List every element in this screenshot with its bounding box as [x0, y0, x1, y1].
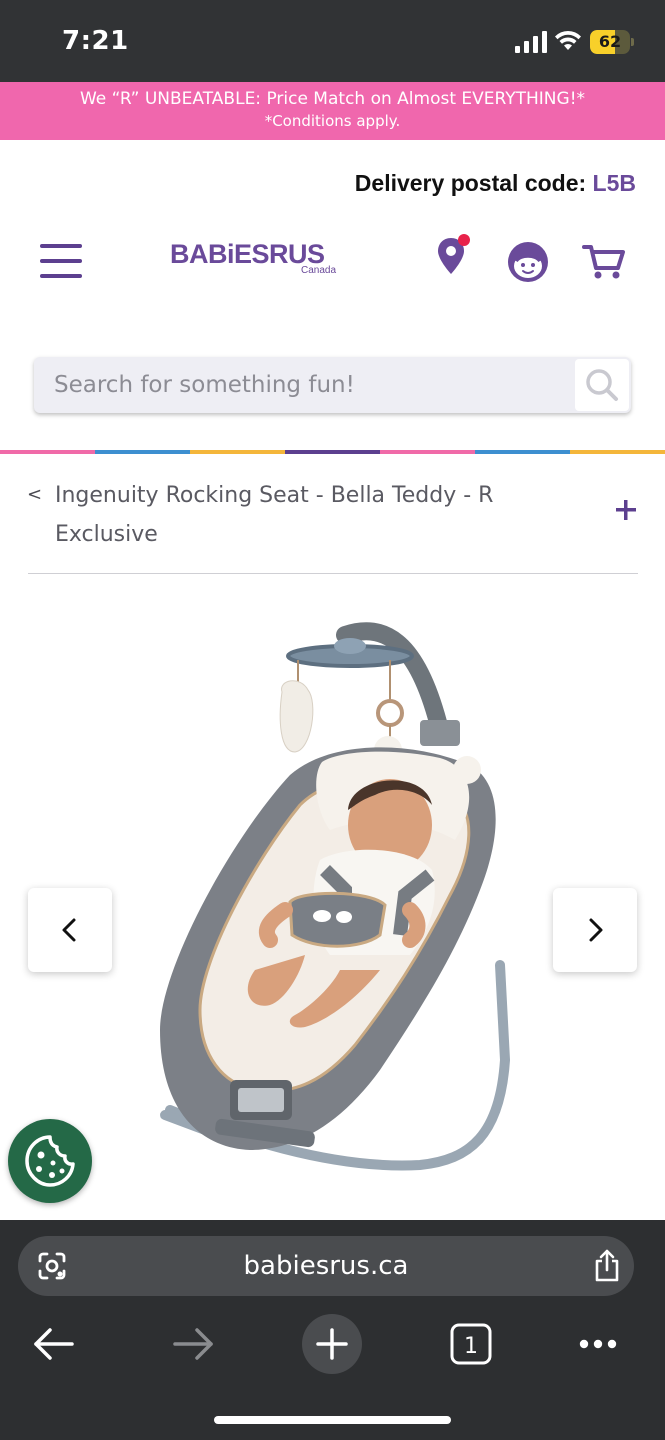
- promo-headline: We “R” UNBEATABLE: Price Match on Almost…: [79, 89, 586, 109]
- search-button[interactable]: [575, 359, 629, 411]
- color-strip-segment: [570, 450, 665, 454]
- wifi-icon: [555, 30, 581, 50]
- carousel-next-button[interactable]: [553, 888, 637, 972]
- delivery-postal-code[interactable]: Delivery postal code: L5B: [355, 170, 636, 197]
- divider: [28, 573, 638, 574]
- cookie-settings-button[interactable]: [8, 1119, 92, 1203]
- color-strip-segment: [475, 450, 570, 454]
- color-strip-segment: [95, 450, 190, 454]
- more-dots-icon[interactable]: [566, 1312, 630, 1376]
- battery-icon: 62: [590, 30, 634, 54]
- carousel-prev-button[interactable]: [28, 888, 112, 972]
- color-strip-segment: [380, 450, 475, 454]
- cookie-icon: [25, 1135, 75, 1187]
- share-icon[interactable]: [592, 1249, 622, 1283]
- chevron-left-icon: [62, 918, 76, 942]
- status-time: 7:21: [62, 26, 129, 56]
- search-bar: [34, 357, 631, 413]
- postal-code-value[interactable]: L5B: [593, 170, 636, 196]
- cart-icon[interactable]: [582, 242, 626, 280]
- status-bar: 7:21 62: [0, 0, 665, 82]
- new-tab-plus-icon[interactable]: [300, 1312, 364, 1376]
- breadcrumb-title[interactable]: Ingenuity Rocking Seat - Bella Teddy - R…: [55, 476, 575, 554]
- home-indicator: [214, 1416, 451, 1424]
- color-strip-segment: [285, 450, 380, 454]
- brand-color-strip: [0, 450, 665, 454]
- battery-level: 62: [598, 32, 622, 51]
- location-pin-icon[interactable]: [436, 234, 472, 278]
- search-icon: [586, 369, 618, 401]
- menu-icon[interactable]: [40, 244, 82, 278]
- color-strip-segment: [190, 450, 285, 454]
- browser-toolbar: babiesrus.ca 1: [0, 1220, 665, 1440]
- color-strip-segment: [0, 450, 95, 454]
- search-input[interactable]: [34, 357, 574, 413]
- delivery-label: Delivery postal code:: [354, 170, 587, 196]
- back-arrow-icon[interactable]: [22, 1312, 86, 1376]
- tab-count: 1: [464, 1334, 478, 1359]
- address-bar[interactable]: babiesrus.ca: [18, 1236, 634, 1296]
- brand-logo[interactable]: BABiESRUS Canada: [170, 235, 340, 279]
- tabs-icon[interactable]: 1: [439, 1312, 503, 1376]
- account-face-icon[interactable]: [507, 241, 549, 283]
- promo-conditions: *Conditions apply.: [264, 112, 401, 130]
- logo-subtitle: Canada: [301, 265, 337, 276]
- expand-plus-icon[interactable]: [614, 498, 638, 522]
- promo-banner[interactable]: We “R” UNBEATABLE: Price Match on Almost…: [0, 82, 665, 140]
- chevron-right-icon: [589, 918, 603, 942]
- breadcrumb-back-link[interactable]: <: [27, 484, 42, 505]
- url-text: babiesrus.ca: [243, 1251, 409, 1281]
- signal-icon: [515, 31, 547, 53]
- page: 7:21 62 We “R” UNBEATABLE: Price Match o…: [0, 0, 665, 1440]
- forward-arrow-icon[interactable]: [161, 1312, 225, 1376]
